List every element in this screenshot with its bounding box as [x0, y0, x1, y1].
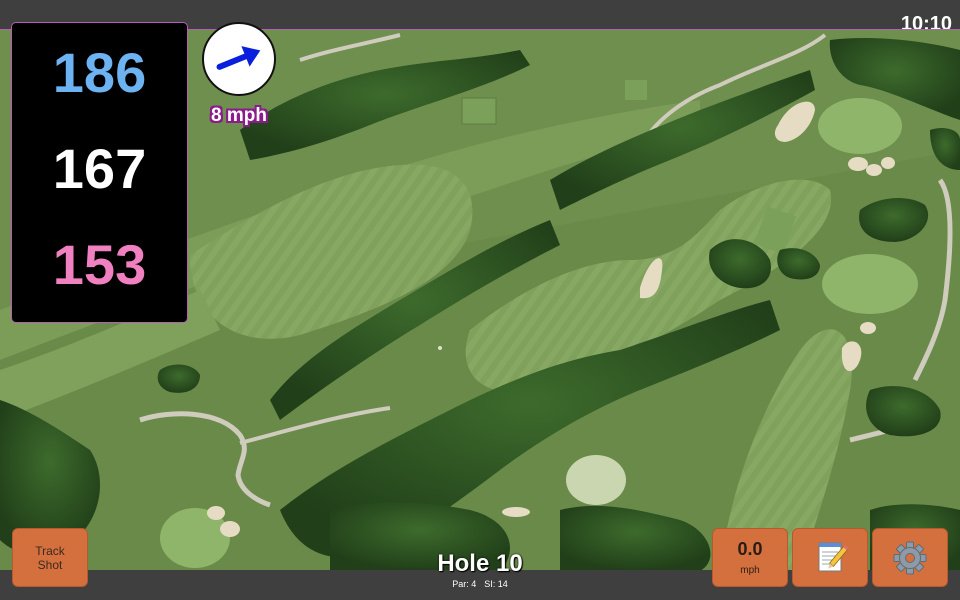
distance-front: 153 — [52, 233, 147, 296]
wind-speed-unit: mph — [740, 565, 760, 576]
hole-stroke-index: SI: 14 — [484, 579, 508, 589]
track-shot-label: Track Shot — [13, 544, 87, 572]
hole-title: Hole 10 — [437, 550, 523, 577]
settings-button[interactable] — [872, 528, 948, 587]
distance-panel: 186 167 153 — [11, 22, 188, 323]
notes-button[interactable] — [792, 528, 868, 587]
hole-meta: Par: 4 SI: 14 — [380, 579, 580, 589]
hole-par: Par: 4 — [452, 579, 477, 589]
track-shot-button[interactable]: Track Shot — [12, 528, 88, 587]
track-shot-line2: Shot — [37, 558, 63, 572]
wind-speed-label: 8 mph — [211, 105, 267, 126]
wind-indicator — [202, 22, 276, 96]
wind-speed-button[interactable]: 0.0 mph — [712, 528, 788, 587]
notepad-icon — [818, 542, 849, 572]
golf-gps-screen: 10:10 186 167 153 8 mph Track Shot Hole … — [0, 0, 960, 600]
gear-icon — [893, 541, 927, 575]
track-shot-line1: Track — [35, 544, 65, 558]
distance-back: 186 — [52, 41, 147, 104]
hole-info: Hole 10 Par: 4 SI: 14 — [380, 549, 580, 589]
wind-direction-arrow-icon — [216, 46, 261, 70]
wind-speed-value: 0.0 — [737, 539, 763, 559]
distance-middle: 167 — [52, 137, 147, 200]
